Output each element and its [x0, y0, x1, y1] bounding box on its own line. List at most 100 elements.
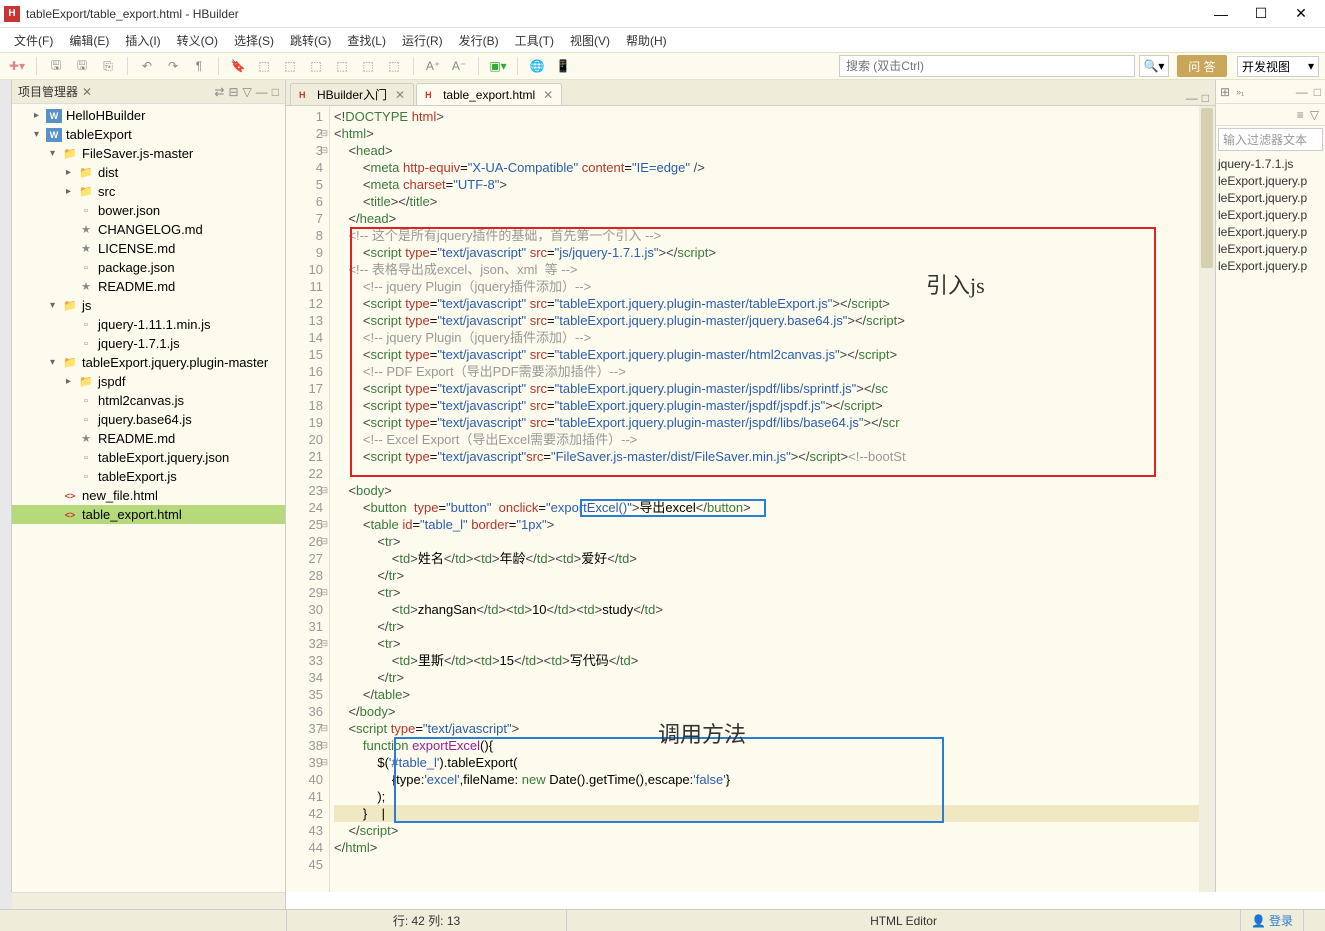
outline-item[interactable]: jquery-1.7.1.js [1218, 157, 1323, 174]
app-logo: H [4, 6, 20, 22]
tree-node[interactable]: ▸📁src [12, 182, 285, 201]
outline-item[interactable]: leExport.jquery.p [1218, 174, 1323, 191]
code-editor[interactable]: 12⊟3⊟4567891011121314151617181920212223⊟… [286, 106, 1215, 892]
outline-tab-icon[interactable]: ⊞ [1220, 85, 1230, 99]
menu-转义(O)[interactable]: 转义(O) [169, 30, 226, 51]
format-icon[interactable]: ¶ [188, 55, 210, 77]
save-all-icon[interactable]: 🖫 [71, 55, 93, 77]
outline-item[interactable]: leExport.jquery.p [1218, 225, 1323, 242]
browser-icon[interactable]: 🌐 [526, 55, 548, 77]
copy-icon[interactable]: ⎘ [97, 55, 119, 77]
tree-node[interactable]: <>table_export.html [12, 505, 285, 524]
menu-插入(I)[interactable]: 插入(I) [117, 30, 168, 51]
tab-close-icon[interactable]: ✕ [395, 88, 405, 102]
font-dec-icon[interactable]: A⁻ [448, 55, 470, 77]
outline-menu-icon[interactable]: ▽ [1310, 108, 1319, 122]
minimize-button[interactable]: — [1201, 2, 1241, 26]
tab-min-icon[interactable]: — [1186, 91, 1198, 105]
menu-文件(F)[interactable]: 文件(F) [6, 30, 61, 51]
tree-node[interactable]: ▫tableExport.js [12, 467, 285, 486]
panel-collapse-icon[interactable]: ⊟ [228, 85, 238, 99]
menu-选择(S)[interactable]: 选择(S) [226, 30, 282, 51]
tree-node[interactable]: ▫jquery.base64.js [12, 410, 285, 429]
panel-max-icon[interactable]: □ [272, 85, 279, 99]
menu-视图(V)[interactable]: 视图(V) [562, 30, 618, 51]
tree-node[interactable]: ▫tableExport.jquery.json [12, 448, 285, 467]
status-position: 行: 42 列: 13 [286, 910, 566, 931]
tree-node[interactable]: ▸WHelloHBuilder [12, 106, 285, 125]
project-tree[interactable]: ▸WHelloHBuilder▾WtableExport▾📁FileSaver.… [12, 104, 285, 892]
search-box[interactable] [839, 55, 1135, 77]
bookmark-icon[interactable]: 🔖 [227, 55, 249, 77]
tb-icon-1[interactable]: ⬚ [253, 55, 275, 77]
tb-icon-2[interactable]: ⬚ [279, 55, 301, 77]
editor-tabs: HHBuilder入门✕Htable_export.html✕ — □ [286, 80, 1215, 106]
outline-min-icon[interactable]: — [1296, 85, 1308, 99]
tree-node[interactable]: ★CHANGELOG.md [12, 220, 285, 239]
view-select[interactable]: 开发视图▾ [1237, 56, 1319, 77]
tree-node[interactable]: ▾📁js [12, 296, 285, 315]
menu-跳转(G)[interactable]: 跳转(G) [282, 30, 339, 51]
panel-close-icon[interactable]: ✕ [82, 85, 92, 99]
outline-max-icon[interactable]: □ [1314, 85, 1321, 99]
outline-item[interactable]: leExport.jquery.p [1218, 242, 1323, 259]
outline-item[interactable]: leExport.jquery.p [1218, 259, 1323, 276]
tree-node[interactable]: ★README.md [12, 277, 285, 296]
device-icon[interactable]: 📱 [552, 55, 574, 77]
tb-icon-6[interactable]: ⬚ [383, 55, 405, 77]
panel-title: 项目管理器 [18, 83, 78, 100]
menu-工具(T)[interactable]: 工具(T) [507, 30, 562, 51]
search-button[interactable]: 🔍▾ [1139, 55, 1169, 77]
search-input[interactable] [840, 59, 1134, 73]
redo-icon[interactable]: ↷ [162, 55, 184, 77]
font-inc-icon[interactable]: A⁺ [422, 55, 444, 77]
tree-node[interactable]: ▾WtableExport [12, 125, 285, 144]
project-scrollbar-h[interactable] [12, 892, 286, 909]
run-icon[interactable]: ▣▾ [487, 55, 509, 77]
tree-node[interactable]: ▫jquery-1.11.1.min.js [12, 315, 285, 334]
close-button[interactable]: ✕ [1281, 2, 1321, 26]
tree-node[interactable]: ▫html2canvas.js [12, 391, 285, 410]
tree-node[interactable]: ▾📁FileSaver.js-master [12, 144, 285, 163]
menu-帮助(H)[interactable]: 帮助(H) [618, 30, 675, 51]
menu-编辑(E)[interactable]: 编辑(E) [61, 30, 117, 51]
toolbar: ✚▾ 🖫 🖫 ⎘ ↶ ↷ ¶ 🔖 ⬚ ⬚ ⬚ ⬚ ⬚ ⬚ A⁺ A⁻ ▣▾ 🌐 … [0, 52, 1325, 80]
tree-node[interactable]: ▸📁dist [12, 163, 285, 182]
save-icon[interactable]: 🖫 [45, 55, 67, 77]
tree-node[interactable]: ★LICENSE.md [12, 239, 285, 258]
outline-filter[interactable]: 输入过滤器文本 [1218, 128, 1323, 151]
menu-查找(L)[interactable]: 查找(L) [339, 30, 394, 51]
tab-max-icon[interactable]: □ [1202, 91, 1209, 105]
new-icon[interactable]: ✚▾ [6, 55, 28, 77]
tree-node[interactable]: ▫package.json [12, 258, 285, 277]
outline-list-icon[interactable]: ≡ [1297, 108, 1304, 122]
undo-icon[interactable]: ↶ [136, 55, 158, 77]
panel-min-icon[interactable]: — [256, 85, 268, 99]
outline-item[interactable]: leExport.jquery.p [1218, 208, 1323, 225]
window-title: tableExport/table_export.html - HBuilder [26, 7, 1201, 21]
login-button[interactable]: 👤登录 [1240, 910, 1303, 931]
editor-tab[interactable]: HHBuilder入门✕ [290, 83, 414, 105]
statusbar: 行: 42 列: 13 HTML Editor 👤登录 [0, 909, 1325, 931]
menu-运行(R)[interactable]: 运行(R) [394, 30, 451, 51]
tree-node[interactable]: ▾📁tableExport.jquery.plugin-master [12, 353, 285, 372]
outline-item[interactable]: leExport.jquery.p [1218, 191, 1323, 208]
tb-icon-4[interactable]: ⬚ [331, 55, 353, 77]
maximize-button[interactable]: ☐ [1241, 2, 1281, 26]
menu-发行(B)[interactable]: 发行(B) [451, 30, 507, 51]
titlebar: H tableExport/table_export.html - HBuild… [0, 0, 1325, 28]
tree-node[interactable]: ▫bower.json [12, 201, 285, 220]
tree-node[interactable]: <>new_file.html [12, 486, 285, 505]
tab-close-icon[interactable]: ✕ [543, 88, 553, 102]
qa-button[interactable]: 问 答 [1177, 55, 1227, 77]
tb-icon-5[interactable]: ⬚ [357, 55, 379, 77]
scrollbar-vertical[interactable] [1199, 106, 1215, 892]
panel-menu-icon[interactable]: ▽ [243, 85, 252, 99]
panel-link-icon[interactable]: ⇄ [214, 85, 224, 99]
outline-arrow-icon[interactable]: »₁ [1236, 87, 1244, 97]
tree-node[interactable]: ★README.md [12, 429, 285, 448]
editor-tab[interactable]: Htable_export.html✕ [416, 83, 562, 105]
tree-node[interactable]: ▫jquery-1.7.1.js [12, 334, 285, 353]
tb-icon-3[interactable]: ⬚ [305, 55, 327, 77]
tree-node[interactable]: ▸📁jspdf [12, 372, 285, 391]
